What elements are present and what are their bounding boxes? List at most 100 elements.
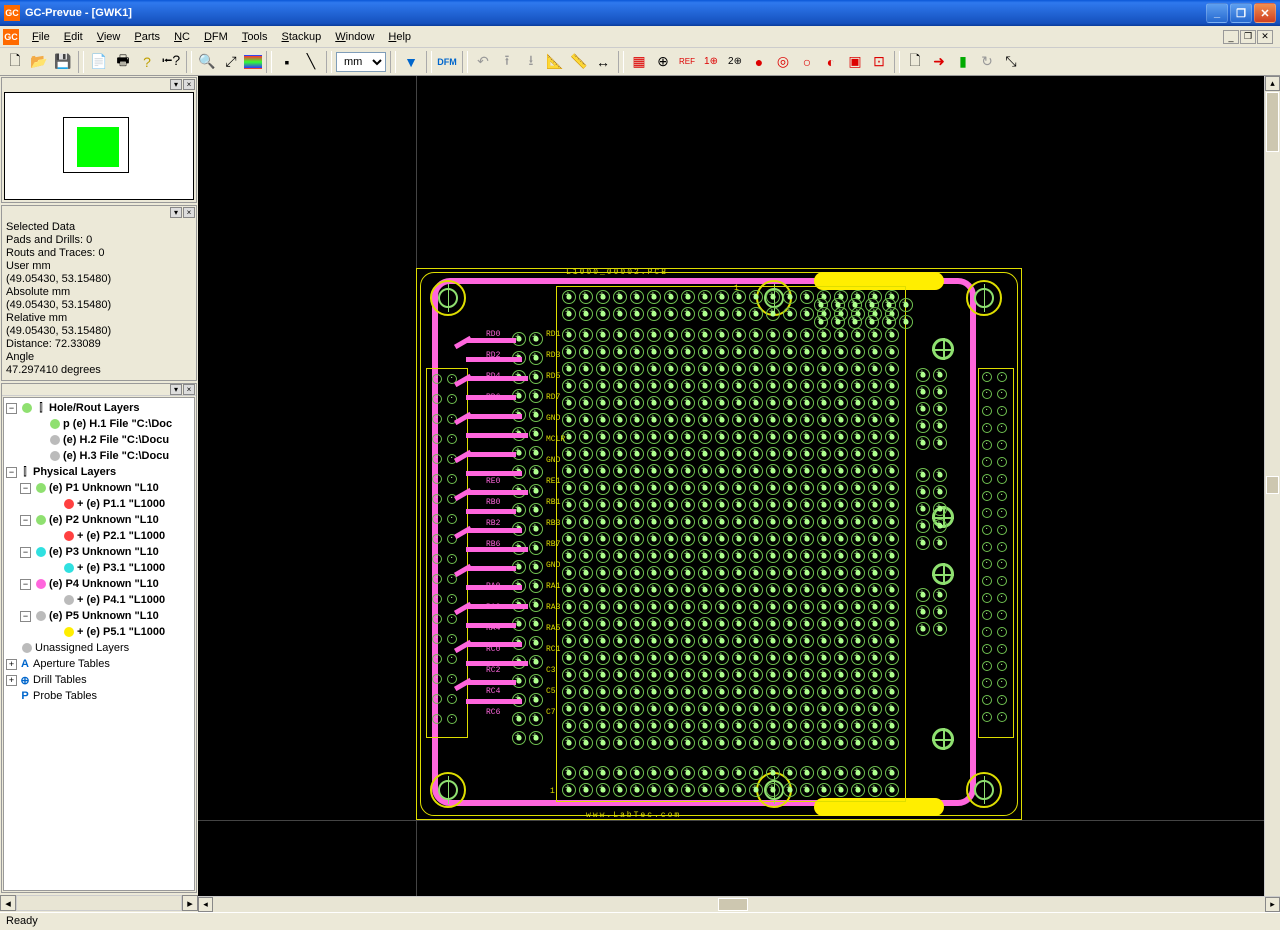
dfm-icon[interactable]: DFM — [436, 51, 458, 73]
menu-edit[interactable]: Edit — [57, 29, 90, 45]
tree-item[interactable]: −(e) P1 Unknown "L10 — [6, 480, 192, 496]
horizontal-scrollbar[interactable]: ◂ ▸ — [198, 896, 1280, 912]
pad-half-icon[interactable]: ◐ — [820, 51, 842, 73]
save-icon[interactable]: 💾 — [52, 51, 74, 73]
measure3-icon[interactable]: ↔ — [592, 51, 614, 73]
run-icon[interactable]: ▮ — [952, 51, 974, 73]
tree-expand-icon[interactable]: − — [20, 611, 31, 622]
pad — [613, 413, 627, 427]
tree-item[interactable]: (e) H.2 File "C:\Docu — [6, 432, 192, 448]
grid-icon[interactable]: ▦ — [628, 51, 650, 73]
tree-item[interactable]: + (e) P2.1 "L1000 — [6, 528, 192, 544]
mdi-minimize[interactable]: _ — [1223, 30, 1239, 44]
zoom-layers-icon[interactable] — [244, 55, 262, 69]
tree-item[interactable]: −(e) P3 Unknown "L10 — [6, 544, 192, 560]
tree-item[interactable]: + (e) P4.1 "L1000 — [6, 592, 192, 608]
sidebar-hscroll[interactable]: ◂ ▸ — [0, 894, 198, 912]
tree-expand-icon[interactable]: + — [6, 675, 17, 686]
panel-dropdown-icon[interactable]: ▾ — [170, 384, 182, 395]
canvas-area[interactable]: L1000_00002.PCB www.LabTec.com 1 1 RD1RD… — [198, 76, 1280, 912]
tree-item[interactable]: + (e) P5.1 "L1000 — [6, 624, 192, 640]
menu-nc[interactable]: NC — [167, 29, 197, 45]
pointer-help-icon[interactable]: ⭰? — [160, 51, 182, 73]
panel-close-icon[interactable]: × — [183, 79, 195, 90]
pad — [868, 447, 882, 461]
tree-item[interactable]: +⊕Drill Tables — [6, 672, 192, 688]
menu-stackup[interactable]: Stackup — [275, 29, 329, 45]
pad-circle-icon[interactable]: ○ — [796, 51, 818, 73]
tree-expand-icon[interactable]: − — [6, 403, 17, 414]
zoom-window-icon[interactable]: 🔍 — [196, 51, 218, 73]
measure1-icon[interactable]: 📐 — [544, 51, 566, 73]
pad — [834, 583, 848, 597]
tree-expand-icon[interactable]: − — [20, 547, 31, 558]
align-bottom-icon[interactable]: ⭳ — [520, 51, 542, 73]
tree-item[interactable]: + (e) P3.1 "L1000 — [6, 560, 192, 576]
tree-expand-icon[interactable]: + — [6, 659, 17, 670]
origin-icon[interactable]: ⊕ — [652, 51, 674, 73]
panel-close-icon[interactable]: × — [183, 207, 195, 218]
tree-item[interactable]: (e) H.3 File "C:\Docu — [6, 448, 192, 464]
pad-red-icon[interactable]: ● — [748, 51, 770, 73]
tree-expand-icon[interactable]: − — [20, 483, 31, 494]
menu-parts[interactable]: Parts — [127, 29, 167, 45]
tree-item[interactable]: + (e) P1.1 "L1000 — [6, 496, 192, 512]
panel-close-icon[interactable]: × — [183, 384, 195, 395]
tree-item[interactable]: Unassigned Layers — [6, 640, 192, 656]
zoom-extents-icon[interactable]: ⤢ — [220, 51, 242, 73]
tree-item[interactable]: +AAperture Tables — [6, 656, 192, 672]
ref-icon[interactable]: REF — [676, 51, 698, 73]
tree-item[interactable]: −(e) P2 Unknown "L10 — [6, 512, 192, 528]
pad-square-icon[interactable]: ▣ — [844, 51, 866, 73]
tree-item[interactable]: −(e) P5 Unknown "L10 — [6, 608, 192, 624]
tree-item[interactable]: −⫿Physical Layers — [6, 464, 192, 480]
origin1-icon[interactable]: 1⊕ — [700, 51, 722, 73]
measure2-icon[interactable]: 📏 — [568, 51, 590, 73]
origin2-icon[interactable]: 2⊕ — [724, 51, 746, 73]
pad — [817, 719, 831, 733]
help-icon[interactable]: ? — [136, 51, 158, 73]
tree-item[interactable]: PProbe Tables — [6, 688, 192, 704]
undo-icon[interactable]: ↶ — [472, 51, 494, 73]
menu-view[interactable]: View — [90, 29, 128, 45]
vertical-scrollbar[interactable]: ▴ ▾ — [1264, 76, 1280, 912]
menu-tools[interactable]: Tools — [235, 29, 275, 45]
filter-icon[interactable]: ▼ — [400, 51, 422, 73]
menu-dfm[interactable]: DFM — [197, 29, 235, 45]
mdi-restore[interactable]: ❐ — [1240, 30, 1256, 44]
minimize-button[interactable]: _ — [1206, 3, 1228, 23]
snap-point-icon[interactable]: ▪ — [276, 51, 298, 73]
snap-line-icon[interactable]: ╲ — [300, 51, 322, 73]
menu-file[interactable]: File — [25, 29, 57, 45]
menu-help[interactable]: Help — [381, 29, 418, 45]
axis-icon[interactable]: ⤡ — [1000, 51, 1022, 73]
panel-dropdown-icon[interactable]: ▾ — [170, 79, 182, 90]
tree-expand-icon[interactable]: − — [6, 467, 17, 478]
pad — [885, 515, 899, 529]
layers-tree[interactable]: −⫿Hole/Rout Layersp (e) H.1 File "C:\Doc… — [3, 397, 195, 891]
doc-icon2[interactable]: 🗋 — [904, 51, 926, 73]
import-icon[interactable]: 📄 — [88, 51, 110, 73]
maximize-button[interactable]: ❐ — [1230, 3, 1252, 23]
tree-expand-icon[interactable]: − — [20, 579, 31, 590]
pad-ring-icon[interactable]: ◎ — [772, 51, 794, 73]
export-icon[interactable]: ➜ — [928, 51, 950, 73]
pad-target-icon[interactable]: ⊡ — [868, 51, 890, 73]
tree-item[interactable]: −⫿Hole/Rout Layers — [6, 400, 192, 416]
refresh-icon[interactable]: ↻ — [976, 51, 998, 73]
pad — [868, 379, 882, 393]
mdi-close[interactable]: ✕ — [1257, 30, 1273, 44]
close-button[interactable]: ✕ — [1254, 3, 1276, 23]
menu-window[interactable]: Window — [328, 29, 381, 45]
tree-item[interactable]: p (e) H.1 File "C:\Doc — [6, 416, 192, 432]
units-select[interactable]: mm — [336, 52, 386, 72]
tree-item[interactable]: −(e) P4 Unknown "L10 — [6, 576, 192, 592]
open-icon[interactable]: 📂 — [28, 51, 50, 73]
new-icon[interactable]: 🗋 — [4, 51, 26, 73]
print-icon[interactable]: 🖶 — [112, 51, 134, 73]
align-top-icon[interactable]: ⭱ — [496, 51, 518, 73]
panel-dropdown-icon[interactable]: ▾ — [170, 207, 182, 218]
overview-canvas[interactable] — [4, 92, 194, 200]
tree-expand-icon[interactable]: − — [20, 515, 31, 526]
pad — [562, 396, 576, 410]
